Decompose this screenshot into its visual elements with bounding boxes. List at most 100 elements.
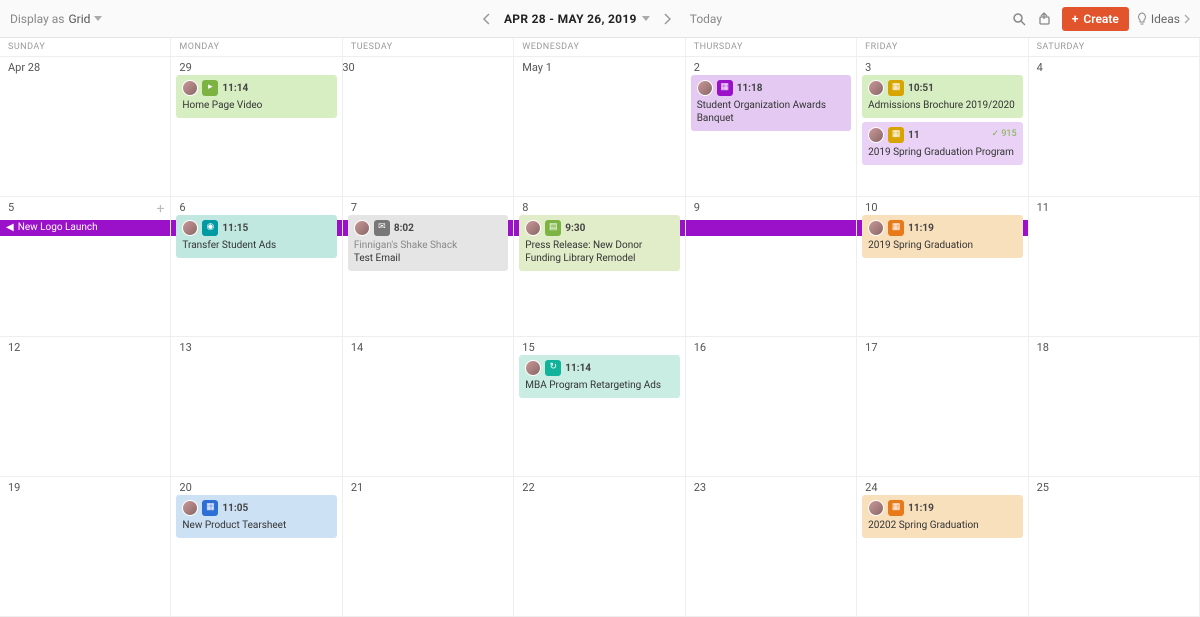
calendar-cell[interactable]: 21 — [343, 477, 514, 617]
event-time: 11:14 — [565, 362, 591, 375]
display-as-dropdown[interactable]: Display as Grid — [10, 12, 102, 26]
calendar-cell[interactable]: 17 — [857, 337, 1028, 477]
share-icon[interactable] — [1036, 10, 1054, 28]
display-as-label: Display as — [10, 12, 64, 26]
event-card[interactable]: ▦ 11 ✓ 915 2019 Spring Graduation Progra… — [862, 122, 1022, 165]
calendar-cell[interactable]: 4 — [1029, 57, 1200, 197]
event-time: 11:14 — [222, 82, 248, 95]
avatar — [182, 500, 198, 516]
date-number: 18 — [1037, 341, 1049, 354]
day-header: FRIDAY — [857, 38, 1028, 56]
calendar-cell[interactable]: May 1 — [514, 57, 685, 197]
date-number: 23 — [694, 481, 706, 494]
check-icon: ✓ 915 — [992, 129, 1017, 141]
calendar-cell[interactable]: 19 — [0, 477, 171, 617]
event-title: Admissions Brochure 2019/2020 — [868, 99, 1016, 112]
avatar — [354, 220, 370, 236]
chevron-down-icon — [642, 16, 650, 21]
event-title: Student Organization Awards Banquet — [697, 99, 845, 125]
date-number: Apr 28 — [8, 61, 40, 74]
date-number: 22 — [522, 481, 534, 494]
event-card[interactable]: ↻ 11:14 MBA Program Retargeting Ads — [519, 355, 679, 398]
calendar-cell[interactable]: 5 + — [0, 197, 171, 337]
prev-period-button[interactable] — [478, 10, 496, 28]
date-number: 15 — [522, 341, 534, 354]
event-card[interactable]: ▦ 11:19 2019 Spring Graduation — [862, 215, 1022, 258]
date-number: 24 — [865, 481, 877, 494]
avatar — [525, 360, 541, 376]
calendar-cell[interactable]: 2 ▦ 11:18 Student Organization Awards Ba… — [686, 57, 857, 197]
event-time: 9:30 — [565, 222, 585, 235]
event-title: 20202 Spring Graduation — [868, 519, 1016, 532]
calendar-cell[interactable]: 13 — [171, 337, 342, 477]
date-number: 11 — [1037, 201, 1049, 214]
doc-icon: ▦ — [888, 80, 904, 96]
calendar-cell[interactable]: 12 — [0, 337, 171, 477]
calendar-cell[interactable]: 7 ✉ 8:02 Finnigan's Shake Shack Test Ema… — [343, 197, 514, 337]
day-header: SATURDAY — [1029, 38, 1200, 56]
next-period-button[interactable] — [658, 10, 676, 28]
event-title: MBA Program Retargeting Ads — [525, 379, 673, 392]
calendar-cell[interactable]: 8 ▤ 9:30 Press Release: New Donor Fundin… — [514, 197, 685, 337]
ideas-button[interactable]: Ideas — [1137, 12, 1190, 26]
calendar-cell[interactable]: Apr 28 — [0, 57, 171, 197]
calendar-cell[interactable]: 22 — [514, 477, 685, 617]
add-event-button[interactable]: + — [156, 201, 164, 217]
calendar-cell[interactable]: 3 ▦ 10:51 Admissions Brochure 2019/2020 … — [857, 57, 1028, 197]
calendar-cell[interactable]: 9 — [686, 197, 857, 337]
ideas-label: Ideas — [1151, 12, 1180, 26]
avatar — [868, 500, 884, 516]
calendar-cell[interactable]: 20 ▦ 11:05 New Product Tearsheet — [171, 477, 342, 617]
search-icon[interactable] — [1010, 10, 1028, 28]
calendar-cell[interactable]: 16 — [686, 337, 857, 477]
event-title: Transfer Student Ads — [182, 239, 330, 252]
calendar-cell[interactable]: 6 ◉ 11:15 Transfer Student Ads — [171, 197, 342, 337]
avatar — [868, 80, 884, 96]
calendar-cell[interactable]: 25 — [1029, 477, 1200, 617]
event-title: Press Release: New Donor Funding Library… — [525, 239, 673, 265]
date-number: 7 — [351, 201, 357, 214]
calendar-cell[interactable]: 24 ▦ 11:19 20202 Spring Graduation — [857, 477, 1028, 617]
calendar-cell[interactable]: 29 30 ▸ 11:14 Home Page Video — [171, 57, 514, 197]
event-icon: ▦ — [888, 500, 904, 516]
toolbar: Display as Grid APR 28 - MAY 26, 2019 To… — [0, 0, 1200, 38]
date-number: 10 — [865, 201, 877, 214]
event-card[interactable]: ◉ 11:15 Transfer Student Ads — [176, 215, 336, 258]
calendar-cell[interactable]: 11 — [1029, 197, 1200, 337]
email-icon: ✉ — [374, 220, 390, 236]
event-time: 11:19 — [908, 502, 934, 515]
day-header: THURSDAY — [686, 38, 857, 56]
event-card[interactable]: ▦ 10:51 Admissions Brochure 2019/2020 — [862, 75, 1022, 118]
event-title: 2019 Spring Graduation — [868, 239, 1016, 252]
date-number: May 1 — [522, 61, 552, 74]
calendar-cell[interactable]: 23 — [686, 477, 857, 617]
event-card[interactable]: ▸ 11:14 Home Page Video — [176, 75, 337, 118]
calendar-cell[interactable]: 18 — [1029, 337, 1200, 477]
event-card[interactable]: ✉ 8:02 Finnigan's Shake Shack Test Email — [348, 215, 508, 271]
date-number: 5 — [8, 201, 14, 214]
event-card[interactable]: ▤ 9:30 Press Release: New Donor Funding … — [519, 215, 679, 271]
date-range-text: APR 28 - MAY 26, 2019 — [504, 12, 637, 26]
sheet-icon: ▦ — [202, 500, 218, 516]
date-number: 29 — [179, 61, 191, 74]
create-button[interactable]: + Create — [1062, 7, 1129, 31]
date-number: 14 — [351, 341, 363, 354]
event-time: 11:05 — [222, 502, 248, 515]
avatar — [697, 80, 713, 96]
create-label: Create — [1083, 12, 1118, 26]
ad-icon: ◉ — [202, 220, 218, 236]
calendar-cell[interactable]: 14 — [343, 337, 514, 477]
event-card[interactable]: ▦ 11:19 20202 Spring Graduation — [862, 495, 1022, 538]
avatar — [868, 220, 884, 236]
date-number: 30 — [342, 61, 354, 74]
calendar-cell[interactable]: 15 ↻ 11:14 MBA Program Retargeting Ads — [514, 337, 685, 477]
event-card[interactable]: ▦ 11:18 Student Organization Awards Banq… — [691, 75, 851, 131]
event-time: 8:02 — [394, 222, 414, 235]
date-range-picker[interactable]: APR 28 - MAY 26, 2019 — [504, 12, 650, 26]
event-time: 11:19 — [908, 222, 934, 235]
today-button[interactable]: Today — [690, 12, 722, 26]
calendar-cell[interactable]: 10 ▦ 11:19 2019 Spring Graduation — [857, 197, 1028, 337]
date-number: 6 — [179, 201, 185, 214]
event-card[interactable]: ▦ 11:05 New Product Tearsheet — [176, 495, 336, 538]
event-time: 11 — [908, 129, 919, 142]
